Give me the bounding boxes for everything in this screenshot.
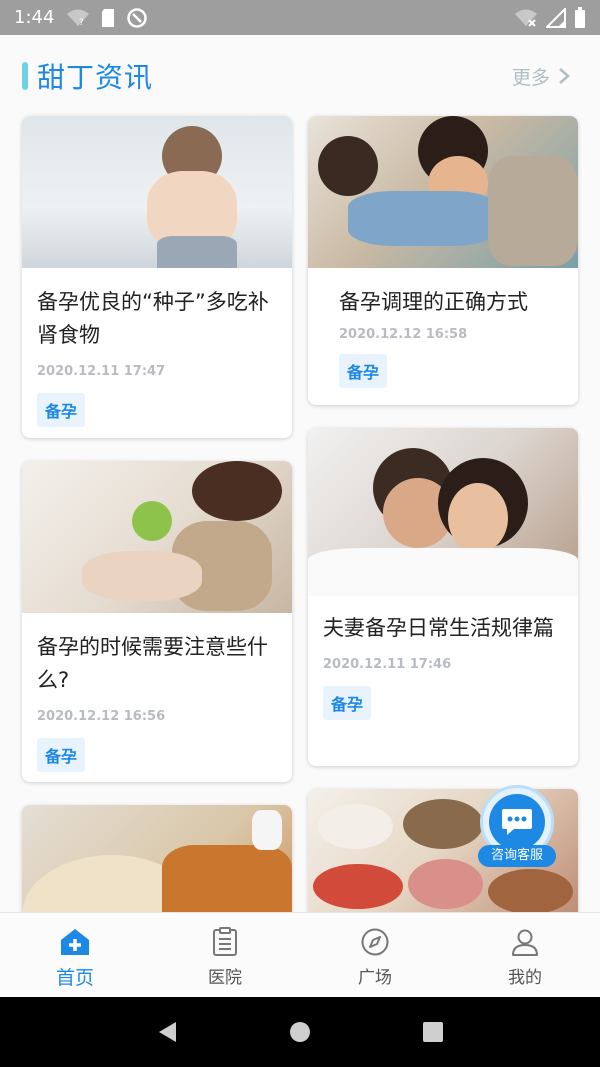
article-image	[22, 805, 292, 912]
tab-mine[interactable]: 我的	[450, 913, 600, 997]
tab-square[interactable]: 广场	[300, 913, 450, 997]
more-label: 更多	[511, 66, 550, 89]
article-card[interactable]: 备孕优良的“种子”多吃补肾食物 2020.12.11 17:47 备孕	[22, 116, 292, 438]
article-image	[308, 116, 578, 268]
tab-hospital[interactable]: 医院	[150, 913, 300, 997]
article-image	[308, 428, 578, 596]
article-date: 2020.12.12 16:58	[339, 327, 468, 342]
signal-icon	[546, 7, 566, 28]
article-tag: 备孕	[339, 354, 388, 388]
consult-label: 咨询客服	[478, 845, 556, 867]
article-card[interactable]	[22, 805, 292, 912]
home-plus-icon	[61, 929, 89, 955]
no-disturb-icon	[127, 7, 148, 28]
clipboard-icon	[213, 927, 237, 956]
article-date: 2020.12.12 16:56	[37, 709, 166, 724]
home-icon[interactable]	[289, 1021, 311, 1043]
tab-label: 我的	[508, 968, 542, 988]
article-card[interactable]: 夫妻备孕日常生活规律篇 2020.12.11 17:46 备孕	[308, 428, 578, 766]
system-nav-bar	[0, 997, 600, 1067]
article-tag: 备孕	[37, 393, 86, 427]
bottom-tab-bar: 首页 医院 广场 我的	[0, 912, 600, 997]
section-title: 甜丁资讯	[37, 61, 154, 94]
tab-label: 首页	[55, 967, 94, 989]
section-header: 甜丁资讯 更多	[22, 59, 570, 94]
tab-label: 医院	[208, 968, 242, 988]
article-title: 备孕的时候需要注意些什么?	[37, 635, 268, 692]
content-area[interactable]: 甜丁资讯 更多 备孕优良的“种子”多吃补肾食物 2020.12.11 17:47…	[0, 35, 600, 912]
chat-bubble-icon	[502, 809, 532, 835]
compass-icon	[361, 928, 389, 956]
chevron-right-icon	[559, 68, 570, 84]
article-title: 备孕调理的正确方式	[339, 290, 528, 314]
article-title: 夫妻备孕日常生活规律篇	[323, 616, 554, 640]
more-link[interactable]: 更多	[512, 63, 570, 90]
consult-service-button[interactable]: 咨询客服	[478, 785, 556, 867]
article-image	[22, 461, 292, 613]
battery-icon	[575, 6, 585, 28]
article-card[interactable]: 备孕调理的正确方式 2020.12.12 16:58 备孕	[308, 116, 578, 405]
article-date: 2020.12.11 17:47	[37, 364, 166, 379]
wifi-off-icon	[515, 9, 537, 27]
recents-icon[interactable]	[422, 1021, 444, 1043]
article-title: 备孕优良的“种子”多吃补肾食物	[37, 290, 269, 347]
wifi-question-icon: ?	[67, 9, 90, 28]
section-accent-bar	[22, 62, 28, 90]
back-icon[interactable]	[156, 1020, 178, 1044]
person-icon	[512, 929, 538, 956]
article-date: 2020.12.11 17:46	[323, 657, 452, 672]
article-tag: 备孕	[323, 686, 372, 720]
sd-card-icon	[102, 8, 115, 27]
article-tag: 备孕	[37, 738, 86, 772]
status-bar: 1:44 ?	[0, 0, 600, 35]
status-time: 1:44	[14, 7, 55, 28]
tab-home[interactable]: 首页	[0, 913, 150, 997]
tab-label: 广场	[358, 968, 392, 988]
article-card[interactable]: 备孕的时候需要注意些什么? 2020.12.12 16:56 备孕	[22, 461, 292, 782]
article-image	[22, 116, 292, 268]
svg-text:?: ?	[79, 18, 84, 28]
